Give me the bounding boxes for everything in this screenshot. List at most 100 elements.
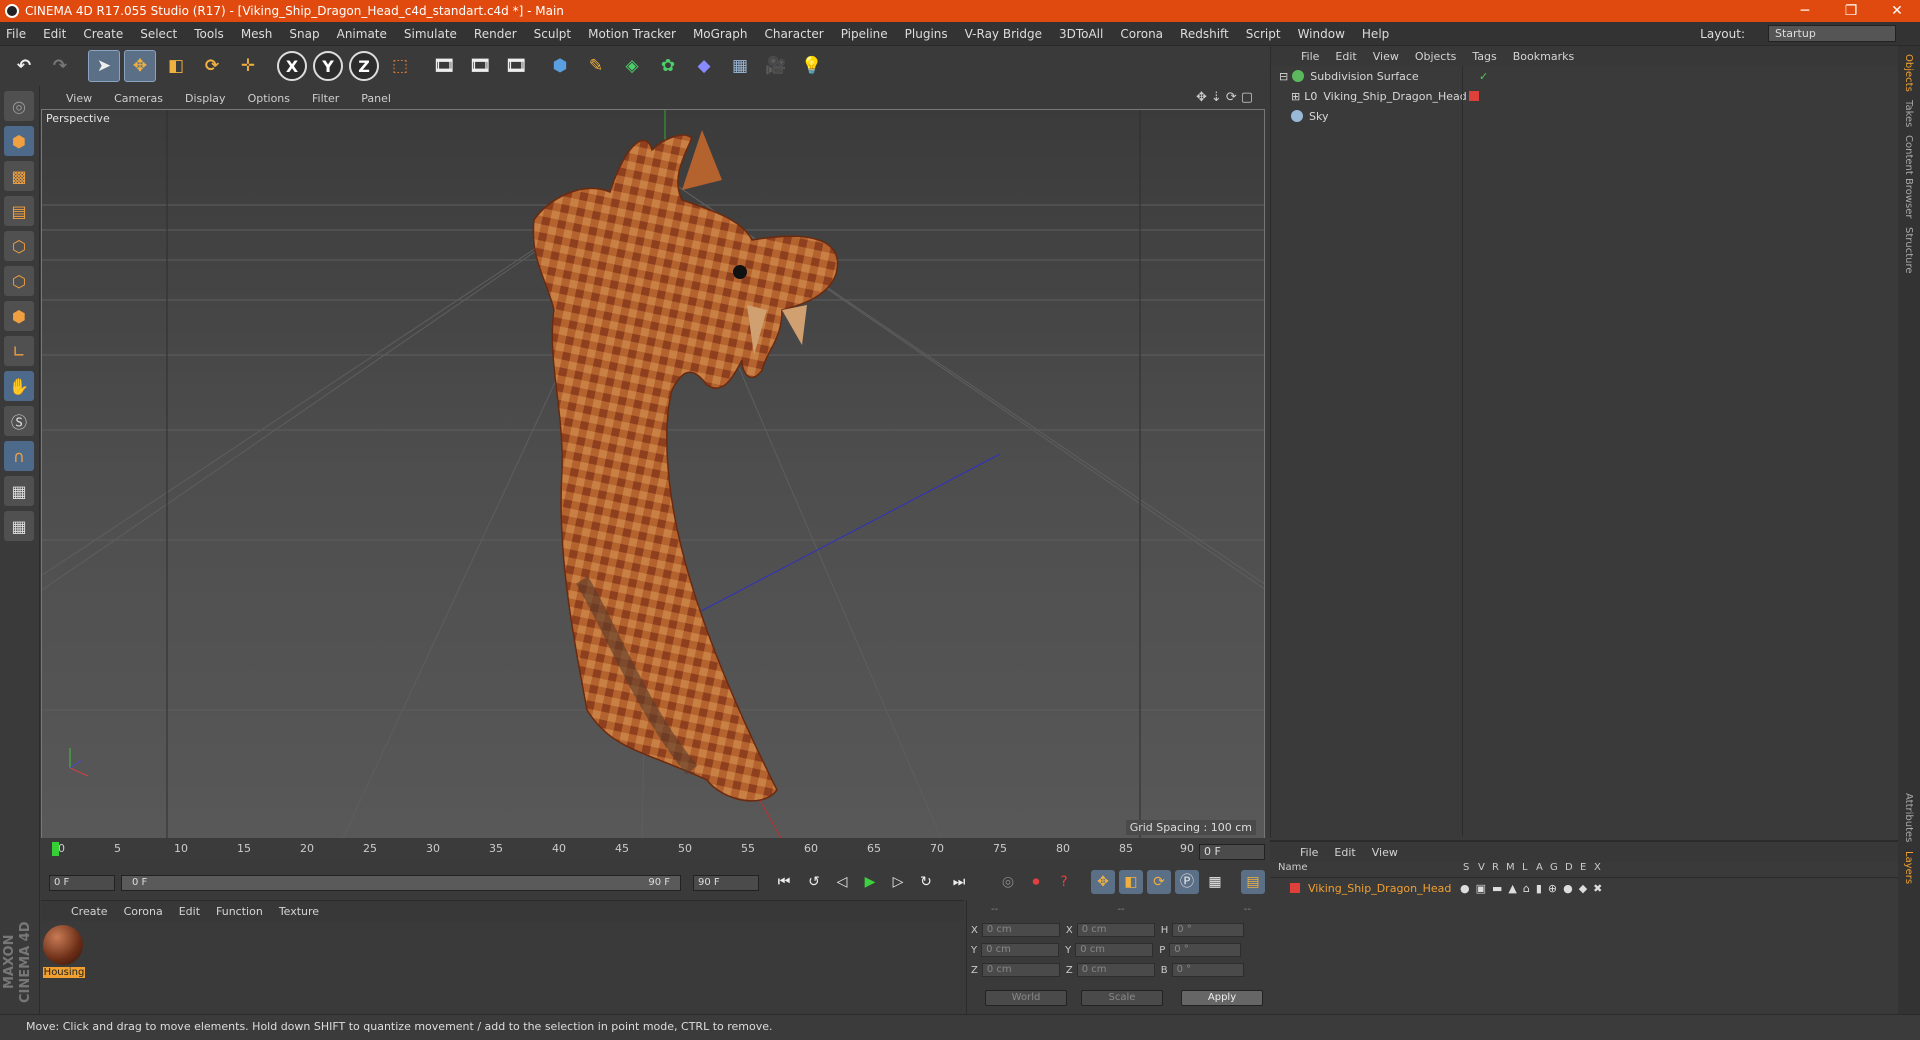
coordinate-system-icon[interactable]: ⬚ <box>384 50 416 82</box>
workplane-mode-icon[interactable]: ▤ <box>4 196 34 226</box>
next-key-icon[interactable]: ↻ <box>914 870 938 894</box>
menu-3dtoall[interactable]: 3DToAll <box>1059 27 1103 41</box>
viewport-menu-cameras[interactable]: Cameras <box>114 92 163 105</box>
tab-structure[interactable]: Structure <box>1903 227 1914 274</box>
viewport-menu-filter[interactable]: Filter <box>312 92 339 105</box>
timeline-ruler[interactable]: 0 5 10 15 20 25 30 35 40 45 50 55 60 65 … <box>52 840 1194 860</box>
menu-animate[interactable]: Animate <box>337 27 387 41</box>
menu-pipeline[interactable]: Pipeline <box>841 27 888 41</box>
viewport-menu-display[interactable]: Display <box>185 92 226 105</box>
rotation-p-field[interactable]: 0 ° <box>1169 943 1242 957</box>
mm-menu-create[interactable]: Create <box>71 905 108 918</box>
scale-tool-icon[interactable]: ◧ <box>160 50 192 82</box>
cube-primitive-icon[interactable]: ⬢ <box>544 50 576 82</box>
size-x-field[interactable]: 0 cm <box>1076 923 1155 937</box>
3d-viewport[interactable]: Perspective Grid Spacing : 100 cm <box>41 109 1265 839</box>
points-mode-icon[interactable]: ⬡ <box>4 231 34 261</box>
lm-menu-edit[interactable]: Edit <box>1334 846 1355 859</box>
close-button[interactable]: ✕ <box>1874 0 1920 22</box>
timeline-window-icon[interactable]: ▤ <box>1241 870 1265 894</box>
tab-layers[interactable]: Layers <box>1903 851 1914 884</box>
mm-menu-corona[interactable]: Corona <box>124 905 163 918</box>
om-menu-bookmarks[interactable]: Bookmarks <box>1513 50 1574 63</box>
z-axis-lock-button[interactable]: Z <box>348 50 380 82</box>
transform-mode-dropdown[interactable]: Scale <box>1081 990 1163 1006</box>
goto-end-icon[interactable]: ⏭ <box>947 870 971 894</box>
live-select-icon[interactable]: ✛ <box>232 50 264 82</box>
render-view-icon[interactable]: 🎞 <box>428 50 460 82</box>
restore-button[interactable]: ❐ <box>1828 0 1874 22</box>
menu-file[interactable]: File <box>6 27 26 41</box>
menu-simulate[interactable]: Simulate <box>404 27 457 41</box>
snap-magnet-icon[interactable]: ∩ <box>4 441 34 471</box>
layer-row[interactable]: Viking_Ship_Dragon_Head ●▣▬▲⌂▮⊕●◆✖ <box>1270 878 1898 898</box>
material-swatch[interactable]: Housing <box>43 925 85 981</box>
rotation-h-field[interactable]: 0 ° <box>1172 923 1245 937</box>
om-menu-view[interactable]: View <box>1373 50 1399 63</box>
minimize-button[interactable]: ─ <box>1782 0 1828 22</box>
expand-icon[interactable]: ⊞ <box>1291 90 1300 103</box>
tab-takes[interactable]: Takes <box>1903 100 1914 127</box>
edit-render-settings-icon[interactable]: 🎞 <box>500 50 532 82</box>
viewport-menu-view[interactable]: View <box>66 92 92 105</box>
viewport-navigation-icons[interactable]: ✥⇣⟳▢ <box>1196 90 1257 105</box>
menu-plugins[interactable]: Plugins <box>905 27 948 41</box>
layer-color-tag[interactable] <box>1469 91 1479 101</box>
layout-dropdown[interactable]: Startup <box>1768 25 1896 42</box>
position-x-field[interactable]: 0 cm <box>981 923 1060 937</box>
range-slider[interactable]: 0 F 90 F <box>121 875 681 891</box>
playhead-marker[interactable] <box>52 842 59 856</box>
edges-mode-icon[interactable]: ⬡ <box>4 266 34 296</box>
om-menu-objects[interactable]: Objects <box>1415 50 1457 63</box>
menu-snap[interactable]: Snap <box>289 27 319 41</box>
menu-render[interactable]: Render <box>474 27 517 41</box>
object-row-viking-ship-dragon-head[interactable]: ⊞ L0 Viking_Ship_Dragon_Head <box>1271 86 1898 106</box>
redo-icon[interactable]: ↷ <box>44 50 76 82</box>
texture-mode-icon[interactable]: ▩ <box>4 161 34 191</box>
viewport-menu-options[interactable]: Options <box>248 92 290 105</box>
lm-menu-file[interactable]: File <box>1300 846 1318 859</box>
end-frame-field[interactable]: 90 F <box>693 875 759 891</box>
light-icon[interactable]: 💡 <box>796 50 828 82</box>
key-pla-icon[interactable]: ▦ <box>1203 870 1227 894</box>
axis-mode-icon[interactable]: ∟ <box>4 336 34 366</box>
layer-flag-icons[interactable]: ●▣▬▲⌂▮⊕●◆✖ <box>1460 882 1608 895</box>
keyframe-disabled-icon[interactable]: ◎ <box>996 870 1020 894</box>
workplane-lock-icon[interactable]: ▦ <box>4 476 34 506</box>
viewport-menu-panel[interactable]: Panel <box>361 92 391 105</box>
mm-menu-texture[interactable]: Texture <box>279 905 319 918</box>
position-z-field[interactable]: 0 cm <box>981 963 1060 977</box>
menu-motion-tracker[interactable]: Motion Tracker <box>588 27 676 41</box>
tab-content-browser[interactable]: Content Browser <box>1903 135 1914 218</box>
key-position-icon[interactable]: ✥ <box>1091 870 1115 894</box>
object-row-subdivision-surface[interactable]: ⊟ Subdivision Surface ✓ <box>1271 66 1898 86</box>
size-y-field[interactable]: 0 cm <box>1075 943 1154 957</box>
deformer-icon[interactable]: ◆ <box>688 50 720 82</box>
key-rotation-icon[interactable]: ⟳ <box>1147 870 1171 894</box>
start-frame-field[interactable]: 0 F <box>49 875 115 891</box>
menu-redshift[interactable]: Redshift <box>1180 27 1229 41</box>
model-mode-icon[interactable]: ⬢ <box>4 126 34 156</box>
select-arrow-icon[interactable]: ➤ <box>88 50 120 82</box>
om-menu-tags[interactable]: Tags <box>1472 50 1496 63</box>
autokey-icon[interactable]: ? <box>1052 870 1076 894</box>
om-menu-file[interactable]: File <box>1301 50 1319 63</box>
tab-attributes[interactable]: Attributes <box>1903 793 1914 842</box>
record-keyframe-icon[interactable]: ⏺ <box>1024 870 1048 894</box>
menu-character[interactable]: Character <box>764 27 823 41</box>
menu-edit[interactable]: Edit <box>43 27 66 41</box>
rotate-tool-icon[interactable]: ⟳ <box>196 50 228 82</box>
menu-vray-bridge[interactable]: V-Ray Bridge <box>965 27 1042 41</box>
rotation-b-field[interactable]: 0 ° <box>1171 963 1244 977</box>
coordinate-mode-dropdown[interactable]: World <box>985 990 1067 1006</box>
collapse-icon[interactable]: ⊟ <box>1279 70 1288 83</box>
make-editable-icon[interactable]: ◎ <box>4 91 34 121</box>
menu-mesh[interactable]: Mesh <box>241 27 273 41</box>
size-z-field[interactable]: 0 cm <box>1076 963 1155 977</box>
undo-icon[interactable]: ↶ <box>8 50 40 82</box>
y-axis-lock-button[interactable]: Y <box>312 50 344 82</box>
prev-key-icon[interactable]: ↺ <box>802 870 826 894</box>
mograph-cloner-icon[interactable]: ✿ <box>652 50 684 82</box>
menu-help[interactable]: Help <box>1362 27 1389 41</box>
menu-create[interactable]: Create <box>83 27 123 41</box>
